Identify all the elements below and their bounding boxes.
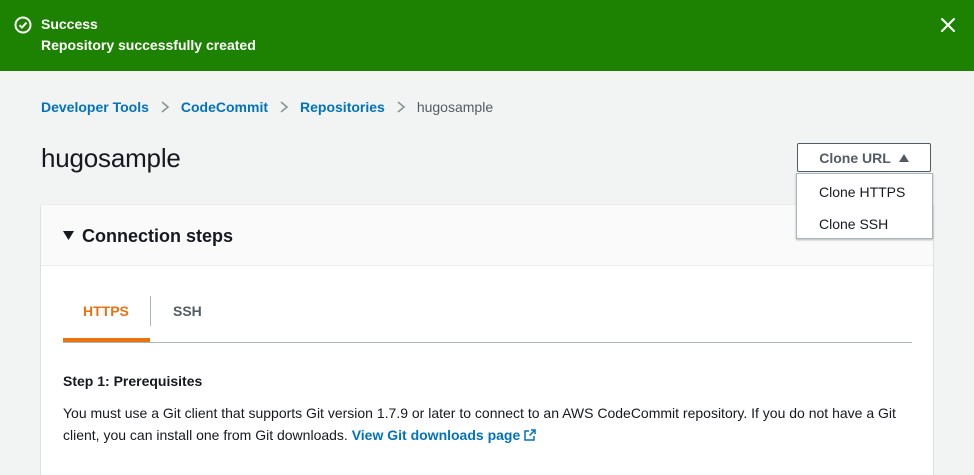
flash-message: Repository successfully created — [41, 37, 256, 53]
git-downloads-link-label: View Git downloads page — [351, 427, 521, 443]
active-tab-indicator — [63, 338, 150, 342]
clone-url-dropdown: Clone HTTPS Clone SSH — [796, 173, 933, 239]
tab-ssh[interactable]: SSH — [173, 303, 202, 319]
page-title: hugosample — [41, 143, 181, 173]
breadcrumb-repositories[interactable]: Repositories — [300, 99, 385, 115]
breadcrumb-codecommit[interactable]: CodeCommit — [181, 99, 268, 115]
step-1-title: Step 1: Prerequisites — [63, 373, 203, 389]
chevron-right-icon — [397, 101, 406, 113]
caret-up-icon — [898, 153, 909, 162]
success-check-icon — [14, 16, 32, 34]
tab-divider — [150, 296, 151, 326]
git-downloads-link[interactable]: View Git downloads page — [352, 427, 537, 443]
chevron-right-icon — [161, 101, 170, 113]
breadcrumb-current: hugosample — [416, 99, 494, 115]
clone-ssh-option[interactable]: Clone SSH — [819, 216, 888, 232]
success-flashbar: Success Repository successfully created — [0, 0, 974, 71]
step-1-text: You must use a Git client that supports … — [63, 402, 923, 446]
connection-steps-panel: Connection steps HTTPS SSH Step 1: Prere… — [41, 205, 933, 475]
chevron-right-icon — [280, 101, 289, 113]
breadcrumb-developer-tools[interactable]: Developer Tools — [41, 99, 149, 115]
tab-https[interactable]: HTTPS — [83, 303, 129, 319]
breadcrumb: Developer Tools CodeCommit Repositories hug… — [41, 99, 493, 115]
clone-url-label: Clone URL — [819, 149, 891, 166]
external-link-icon — [524, 429, 536, 441]
close-icon[interactable] — [938, 15, 958, 35]
clone-https-option[interactable]: Clone HTTPS — [819, 184, 905, 200]
panel-title[interactable]: Connection steps — [82, 226, 233, 247]
caret-down-icon[interactable] — [63, 231, 74, 240]
protocol-tabs: HTTPS SSH — [63, 265, 912, 343]
clone-url-button[interactable]: Clone URL — [797, 143, 931, 172]
flash-title: Success — [41, 16, 98, 32]
